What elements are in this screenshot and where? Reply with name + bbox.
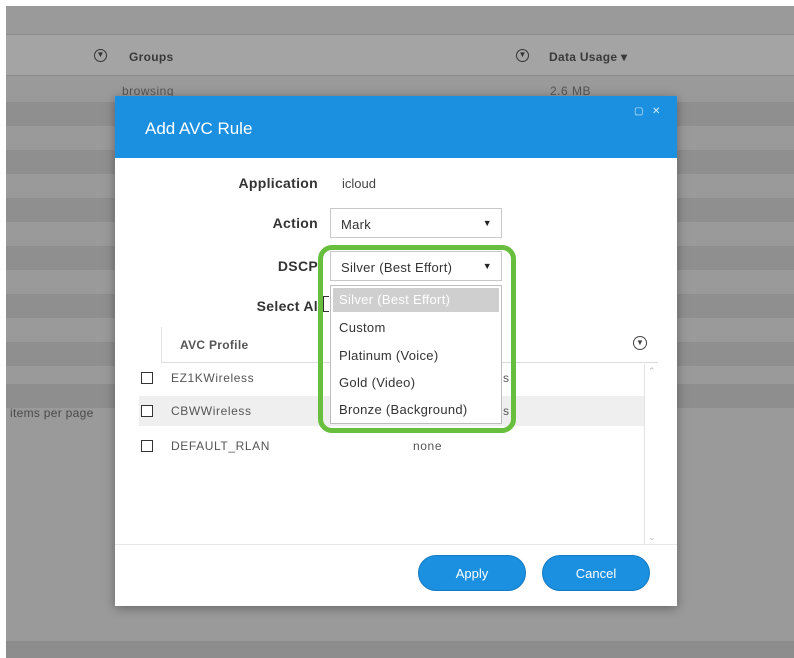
background-bottom-bar	[6, 641, 794, 658]
column-data-usage[interactable]: Data Usage ▾	[549, 50, 627, 64]
dscp-dropdown-list: Silver (Best Effort) Custom Platinum (Vo…	[330, 285, 502, 424]
dscp-select[interactable]: Silver (Best Effort) ▼	[330, 251, 502, 281]
maximize-icon[interactable]: ▢	[634, 106, 643, 117]
chevron-down-icon: ▼	[482, 218, 492, 228]
background-table-header: ▼ Groups ▼ Data Usage ▾	[6, 34, 794, 76]
dropdown-option-platinum[interactable]: Platinum (Voice)	[331, 342, 501, 369]
chevron-down-icon: ▼	[482, 261, 492, 271]
filter-icon[interactable]: ▼	[516, 49, 529, 62]
scroll-down-icon[interactable]: ⌄	[648, 532, 656, 543]
dropdown-option-custom[interactable]: Custom	[331, 314, 501, 341]
row-checkbox[interactable]	[141, 440, 153, 452]
column-groups[interactable]: Groups	[129, 50, 173, 64]
table-scrollbar[interactable]: ⌃ ⌄	[644, 364, 658, 545]
dscp-select-value: Silver (Best Effort)	[341, 260, 453, 275]
row-value: s	[503, 371, 510, 385]
select-all-label: Select Al	[256, 298, 318, 314]
filter-icon[interactable]: ▼	[633, 336, 647, 350]
close-icon[interactable]: ✕	[652, 106, 660, 117]
row-checkbox[interactable]	[141, 372, 153, 384]
dialog-title: Add AVC Rule	[145, 119, 253, 138]
items-per-page-label: items per page	[10, 406, 94, 420]
application-value: icloud	[342, 176, 376, 191]
action-label: Action	[272, 215, 318, 231]
apply-button[interactable]: Apply	[418, 555, 526, 591]
dropdown-option-silver[interactable]: Silver (Best Effort)	[333, 288, 499, 312]
scroll-up-icon[interactable]: ⌃	[648, 366, 656, 377]
row-value: s	[503, 404, 510, 418]
row-name: CBWWireless	[171, 404, 252, 418]
dropdown-option-gold[interactable]: Gold (Video)	[331, 369, 501, 396]
row-checkbox[interactable]	[141, 405, 153, 417]
action-select[interactable]: Mark ▼	[330, 208, 502, 238]
dialog-header: Add AVC Rule ▢ ✕	[115, 96, 677, 158]
row-name: EZ1KWireless	[171, 371, 255, 385]
application-label: Application	[238, 175, 318, 191]
filter-icon[interactable]: ▼	[94, 49, 107, 62]
dscp-label: DSCP	[277, 258, 318, 274]
cancel-button[interactable]: Cancel	[542, 555, 650, 591]
dialog-footer-divider	[115, 544, 677, 545]
action-select-value: Mark	[341, 217, 372, 232]
dropdown-option-bronze[interactable]: Bronze (Background)	[331, 396, 501, 423]
row-name: DEFAULT_RLAN	[171, 439, 271, 453]
row-value: none	[413, 439, 443, 453]
table-row[interactable]: DEFAULT_RLAN none	[139, 431, 644, 461]
column-avc-profile[interactable]: AVC Profile	[180, 338, 248, 352]
select-all-checkbox[interactable]	[323, 296, 329, 312]
